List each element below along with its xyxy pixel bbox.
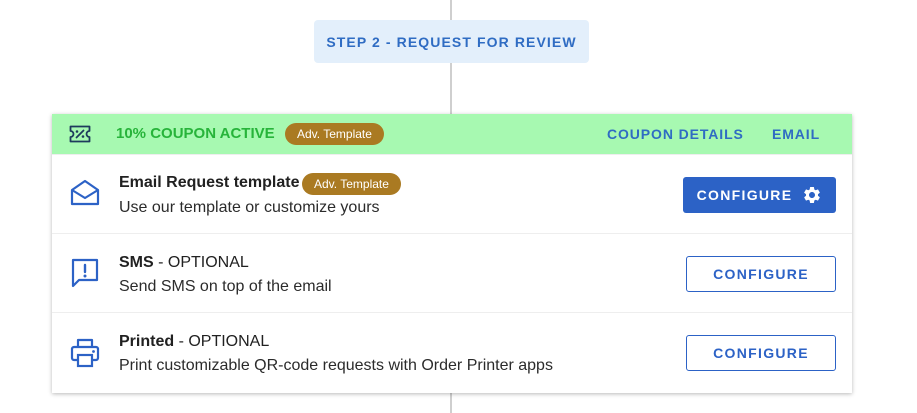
printed-description: Print customizable QR-code requests with… [119,357,553,374]
configure-printed-button[interactable]: CONFIGURE [686,335,836,371]
adv-template-badge: Adv. Template [285,123,384,145]
email-request-description: Use our template or customize yours [119,199,380,216]
configure-label: CONFIGURE [713,345,809,361]
row-title: SMS - OPTIONAL [119,254,249,272]
coupon-status: 10% COUPON ACTIVE [116,125,275,142]
adv-template-badge: Adv. Template [302,173,401,195]
email-request-title: Email Request template [119,174,300,191]
configure-email-button[interactable]: CONFIGURE [683,177,836,213]
sms-row: SMS - OPTIONAL Send SMS on top of the em… [52,233,852,313]
step-header: STEP 2 - REQUEST FOR REVIEW [314,20,589,63]
row-title: Printed - OPTIONAL [119,333,269,351]
sms-description: Send SMS on top of the email [119,278,332,295]
configure-label: CONFIGURE [713,266,809,282]
printer-icon [70,338,100,368]
sms-title: SMS [119,254,154,271]
email-request-row: Email Request template Adv. Template Use… [52,154,852,234]
review-request-card: 10% COUPON ACTIVE Adv. Template COUPON D… [52,114,852,393]
coupon-banner: 10% COUPON ACTIVE Adv. Template COUPON D… [52,114,852,154]
optional-label: - OPTIONAL [174,333,270,350]
email-link[interactable]: EMAIL [772,126,820,142]
configure-sms-button[interactable]: CONFIGURE [686,256,836,292]
gear-icon [804,187,821,203]
step-label: STEP 2 - REQUEST FOR REVIEW [326,33,577,50]
coupon-details-link[interactable]: COUPON DETAILS [607,126,744,142]
row-title: Email Request template [119,174,300,192]
envelope-open-icon [70,179,100,206]
message-alert-icon [71,258,99,288]
ticket-percent-icon [69,125,91,143]
configure-label: CONFIGURE [696,187,793,203]
printed-title: Printed [119,333,175,350]
printed-row: Printed - OPTIONAL Print customizable QR… [52,312,852,392]
optional-label: - OPTIONAL [153,254,249,271]
